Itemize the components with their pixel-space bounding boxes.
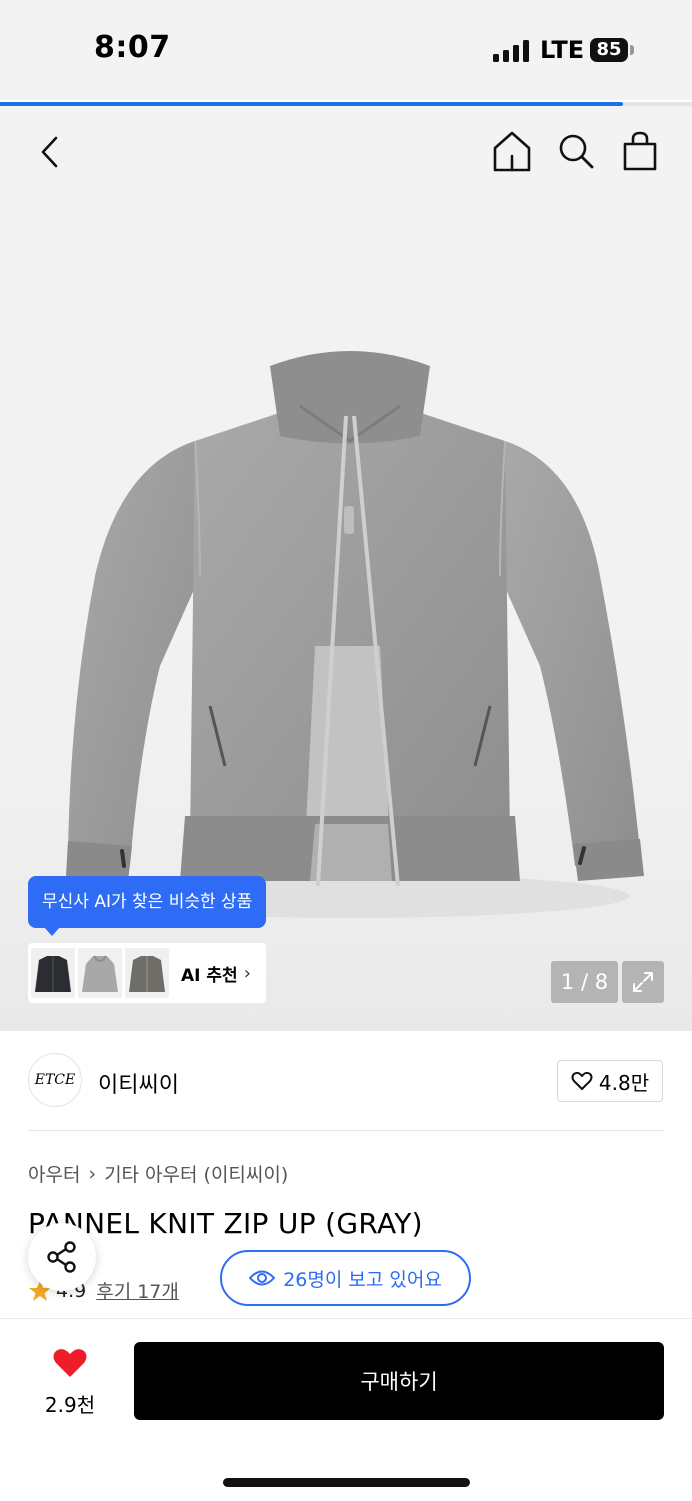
fullscreen-button[interactable]	[622, 961, 664, 1003]
image-counter: 1 / 8	[551, 961, 618, 1003]
battery-indicator: 85	[590, 38, 628, 62]
brand-row: ETCE 이티씨이 4.8만	[0, 1031, 692, 1131]
brand-like-button[interactable]: 4.8만	[557, 1060, 663, 1102]
eye-icon	[249, 1270, 276, 1286]
status-bar: 8:07 LTE 85	[0, 0, 692, 100]
brand-like-count: 4.8만	[598, 1070, 650, 1095]
chevron-right-icon: ›	[243, 962, 251, 984]
divider	[28, 1130, 664, 1131]
share-button[interactable]	[28, 1223, 96, 1291]
live-viewers-text: 26명이 보고 있어요	[283, 1268, 442, 1291]
network-type: LTE	[540, 36, 585, 64]
expand-icon	[633, 972, 653, 992]
breadcrumb: 아우터 › 기타 아우터 (이티씨이)	[28, 1160, 288, 1187]
heart-outline-icon	[571, 1071, 593, 1090]
home-indicator	[223, 1478, 470, 1487]
signal-icon	[493, 40, 529, 62]
ai-recommendation-label: AI 추천	[181, 965, 238, 986]
jacket-thumbnail-icon	[31, 948, 75, 998]
ai-recommendation-tooltip: 무신사 AI가 찾은 비슷한 상품	[28, 876, 267, 936]
buy-button[interactable]: 구매하기	[134, 1342, 664, 1420]
breadcrumb-category[interactable]: 아우터	[28, 1160, 80, 1187]
live-viewers-badge: 26명이 보고 있어요	[220, 1250, 471, 1306]
share-icon	[47, 1241, 76, 1273]
wishlist-button[interactable]: 2.9천	[30, 1347, 110, 1418]
hoodie-thumbnail-icon	[78, 948, 122, 998]
chevron-right-icon: ›	[88, 1162, 97, 1185]
recommendation-thumbnail[interactable]	[125, 948, 169, 998]
product-image-gallery[interactable]: 무신사 AI가 찾은 비슷한 상품 AI 추천 › 1 / 8	[0, 106, 692, 1031]
reviews-link[interactable]: 후기 17개	[96, 1277, 179, 1304]
brand-logo[interactable]: ETCE	[28, 1053, 82, 1107]
recommendation-thumbnail[interactable]	[78, 948, 122, 998]
zipup-thumbnail-icon	[125, 948, 169, 998]
bottom-action-bar: 2.9천 구매하기	[0, 1318, 692, 1501]
breadcrumb-subcategory[interactable]: 기타 아우터 (이티씨이)	[104, 1160, 288, 1187]
status-time: 8:07	[94, 30, 171, 65]
heart-filled-icon	[53, 1349, 87, 1377]
brand-name[interactable]: 이티씨이	[98, 1067, 179, 1099]
wishlist-count: 2.9천	[44, 1393, 96, 1417]
recommendation-thumbnail[interactable]	[31, 948, 75, 998]
ai-recommendation-button[interactable]: AI 추천 ›	[28, 943, 266, 1003]
battery-nub	[630, 45, 634, 55]
